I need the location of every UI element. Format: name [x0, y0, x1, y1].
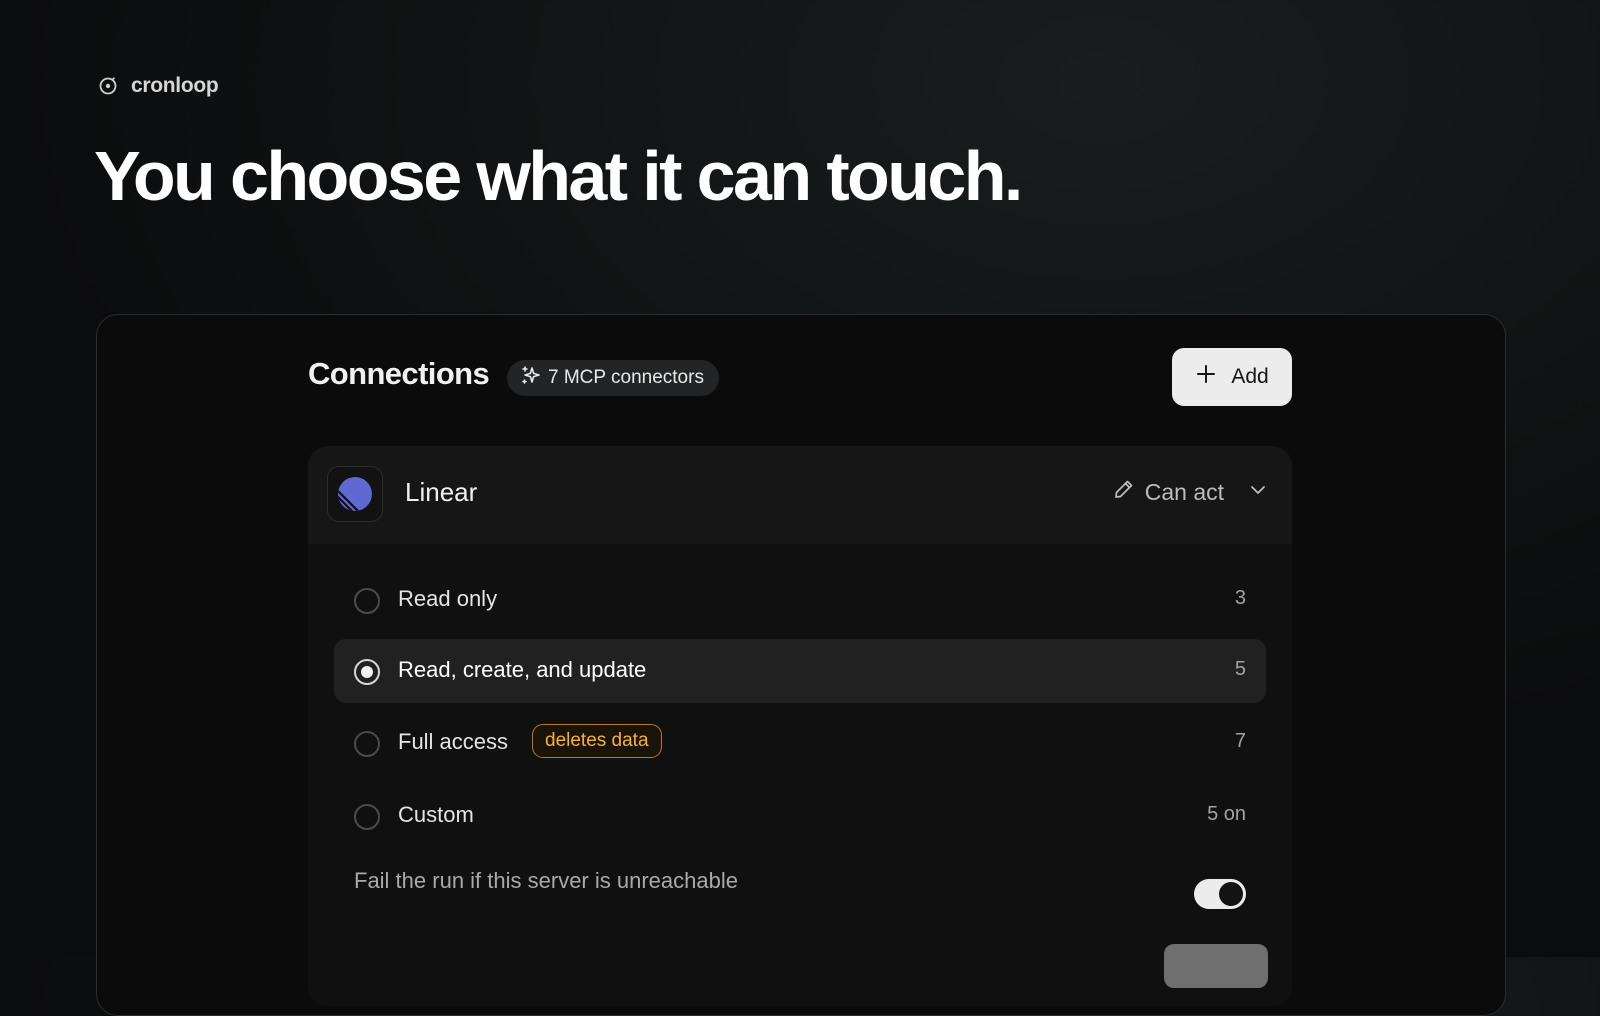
radio-read-only[interactable] [354, 588, 380, 614]
chevron-down-icon [1248, 479, 1268, 506]
permission-dropdown[interactable]: Can act [1113, 478, 1268, 506]
deletes-data-badge: deletes data [532, 724, 662, 758]
connections-title: Connections [308, 356, 490, 391]
connector-card-linear: Linear Can act Read only 3 Read, create,… [308, 446, 1292, 1006]
option-label: Full access [398, 729, 509, 754]
fail-run-toggle[interactable] [1194, 879, 1246, 909]
radio-full-access[interactable] [354, 731, 380, 757]
radio-custom[interactable] [354, 804, 380, 830]
add-connection-button[interactable]: Add [1172, 348, 1292, 406]
radio-read-create-update[interactable] [354, 659, 380, 685]
option-label: Custom [398, 802, 474, 827]
add-button-label: Add [1231, 365, 1269, 388]
circle-dot-icon [97, 75, 119, 97]
option-count: 5 on [1207, 803, 1246, 825]
option-count: 3 [1234, 587, 1246, 609]
mcp-connectors-label: 7 MCP connectors [548, 367, 704, 388]
option-custom[interactable]: Custom 5 on [334, 784, 1266, 848]
option-label: Read only [398, 586, 498, 611]
permission-label: Can act [1144, 478, 1224, 505]
fail-run-label: Fail the run if this server is unreachab… [354, 868, 738, 893]
linear-logo-icon [327, 466, 383, 522]
option-read-only[interactable]: Read only 3 [334, 568, 1266, 632]
toggle-knob [1219, 882, 1243, 906]
sparkle-icon [521, 365, 541, 391]
page-headline: You choose what it can touch. [94, 137, 1023, 215]
option-read-create-update[interactable]: Read, create, and update 5 [334, 639, 1266, 703]
option-full-access[interactable]: Full access deletes data 7 [334, 711, 1266, 775]
option-count: 7 [1234, 730, 1246, 752]
brand-name: cronloop [131, 74, 219, 97]
brand[interactable]: cronloop [97, 74, 219, 98]
option-label: Read, create, and update [398, 657, 647, 682]
plus-icon [1195, 363, 1217, 391]
save-button[interactable] [1164, 944, 1268, 988]
mcp-connectors-badge: 7 MCP connectors [507, 360, 719, 396]
option-count: 5 [1234, 658, 1246, 680]
connector-name: Linear [405, 477, 478, 507]
connector-header[interactable]: Linear Can act [308, 446, 1292, 544]
pencil-icon [1113, 478, 1135, 506]
